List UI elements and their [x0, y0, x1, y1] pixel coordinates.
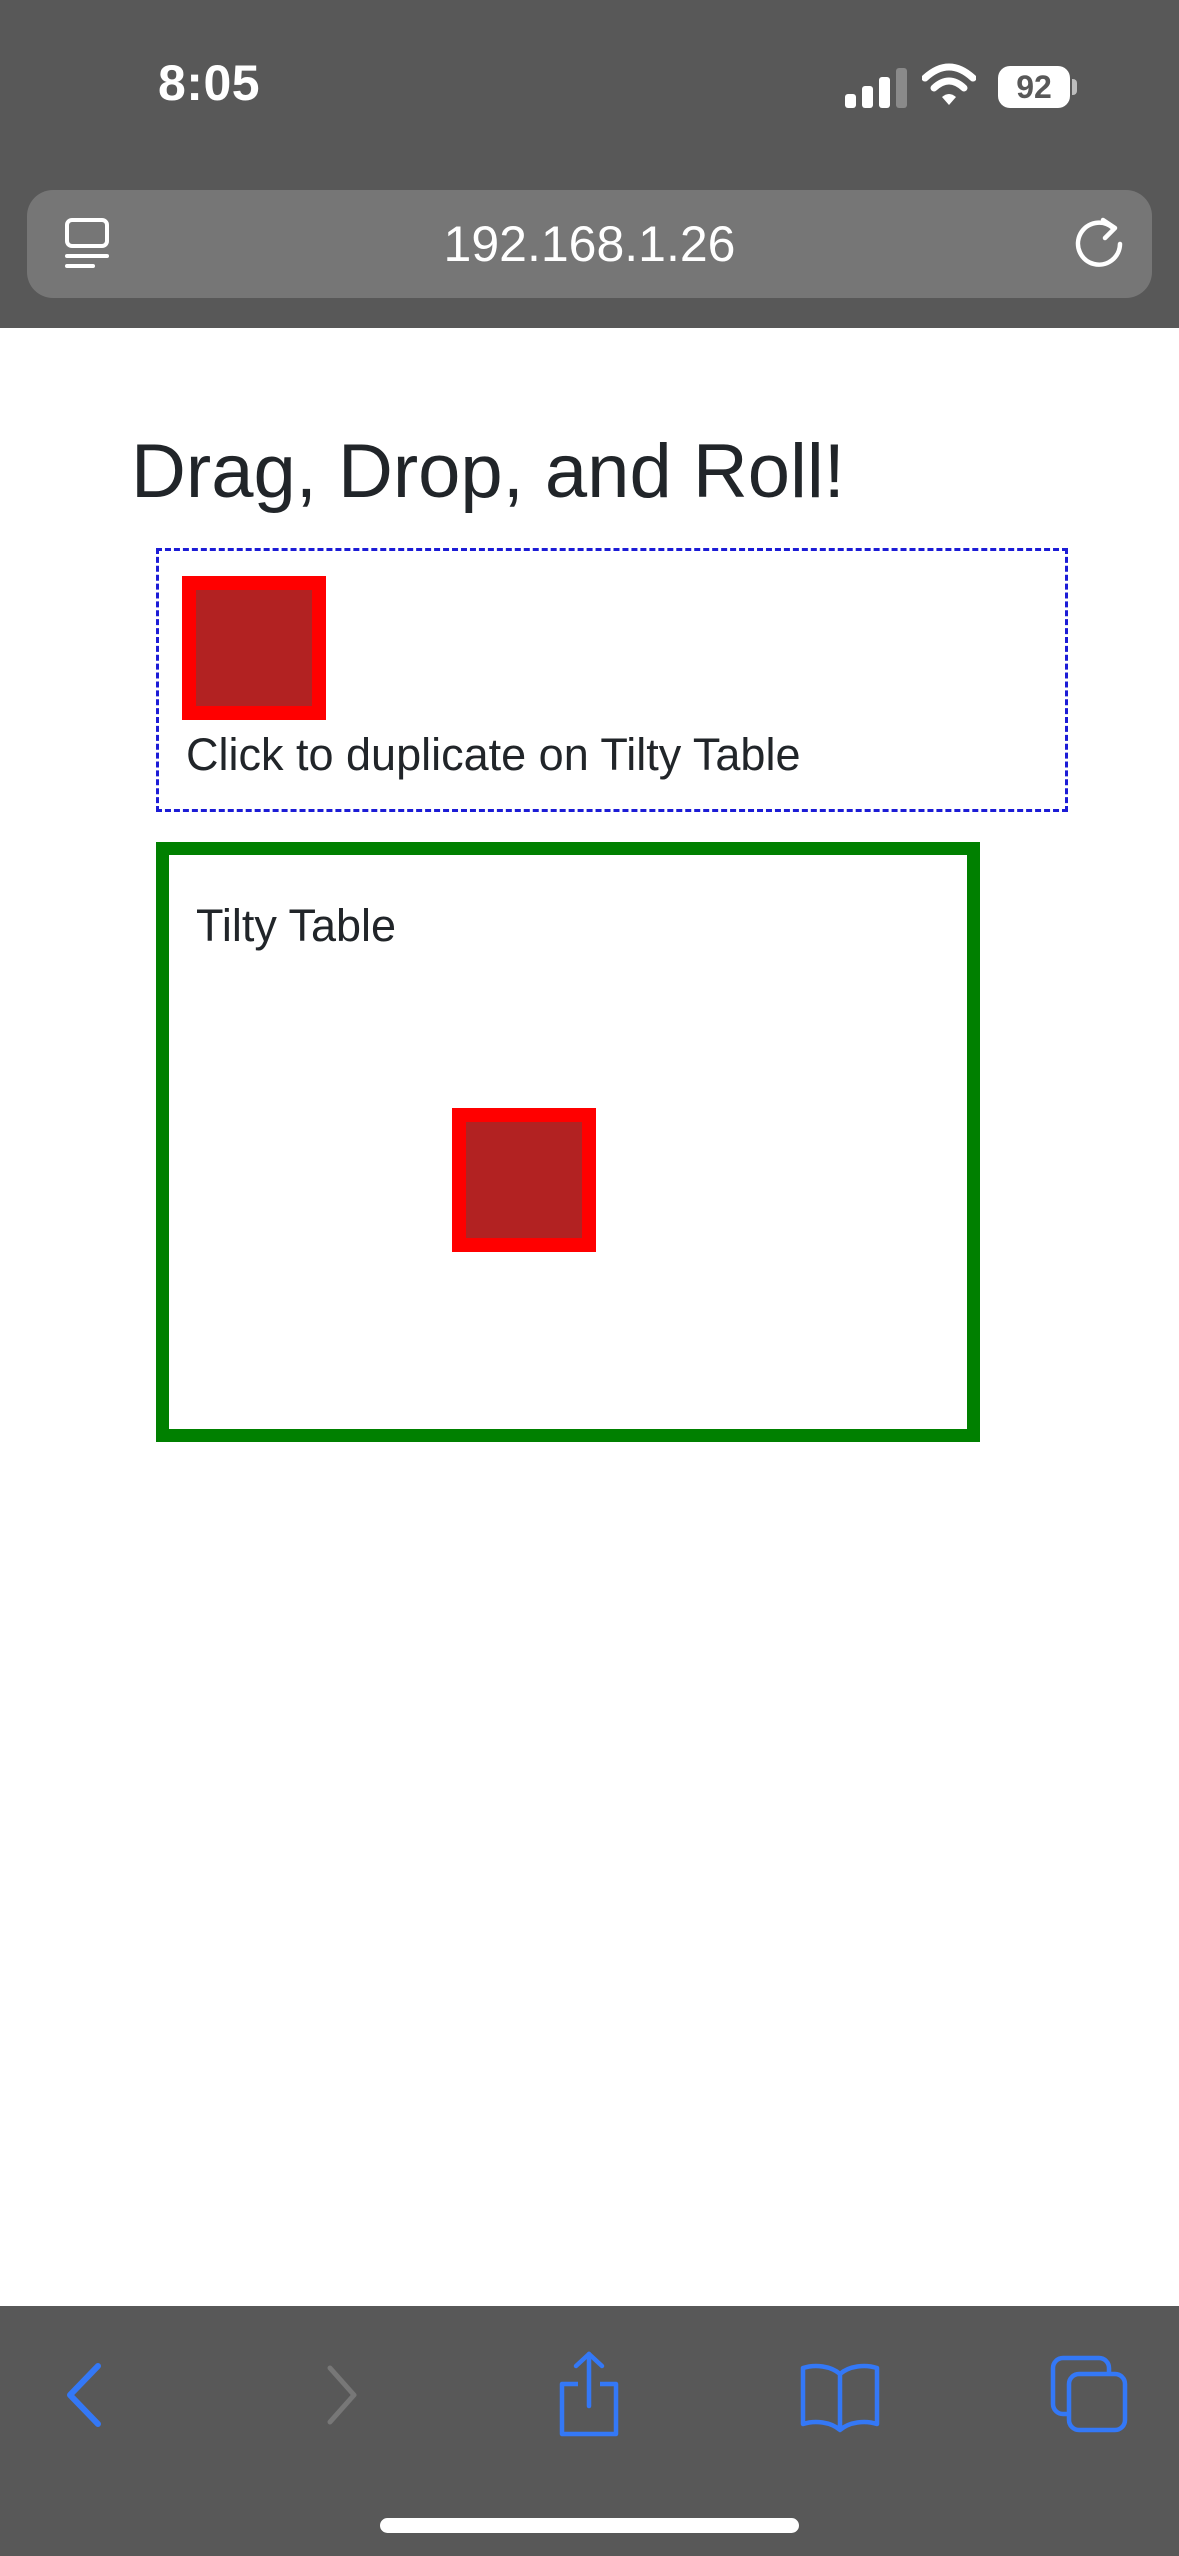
page-title: Drag, Drop, and Roll!: [131, 429, 845, 514]
address-bar[interactable]: 192.168.1.26: [27, 190, 1152, 298]
screen: 8:05 92 192.168.1.26 Drag, Drop, and Rol…: [0, 0, 1179, 2556]
tabs-icon[interactable]: [1045, 2350, 1135, 2440]
tilty-table[interactable]: Tilty Table: [156, 842, 980, 1442]
bookmarks-icon[interactable]: [795, 2350, 885, 2440]
top-chrome: 8:05 92 192.168.1.26: [0, 0, 1179, 328]
url-text[interactable]: 192.168.1.26: [27, 190, 1152, 298]
battery-level: 92: [1016, 69, 1052, 105]
battery-cap: [1072, 79, 1077, 95]
shape-palette[interactable]: Click to duplicate on Tilty Table: [156, 548, 1068, 812]
table-square[interactable]: [452, 1108, 596, 1252]
share-icon[interactable]: [544, 2350, 634, 2440]
back-icon[interactable]: [42, 2350, 132, 2440]
cellular-signal-icon: [845, 68, 907, 108]
status-time: 8:05: [158, 55, 261, 111]
home-indicator: [380, 2518, 799, 2533]
palette-square[interactable]: [182, 576, 326, 720]
tilty-table-label: Tilty Table: [196, 900, 397, 951]
reload-icon[interactable]: [1069, 214, 1129, 274]
palette-instruction: Click to duplicate on Tilty Table: [186, 729, 801, 780]
bottom-toolbar: [0, 2306, 1179, 2556]
forward-icon[interactable]: [296, 2350, 386, 2440]
battery-indicator: 92: [998, 66, 1077, 108]
wifi-icon: [922, 63, 976, 105]
